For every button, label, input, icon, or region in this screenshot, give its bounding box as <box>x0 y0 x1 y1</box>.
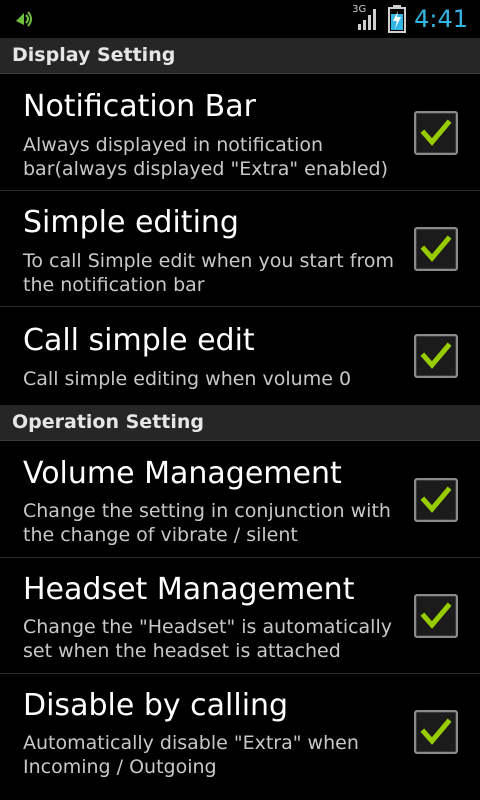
clock: 4:41 <box>414 5 468 33</box>
checkbox-headset-management[interactable] <box>414 594 458 638</box>
checkbox-disable-by-calling[interactable] <box>414 710 458 754</box>
pref-title: Call simple edit <box>23 323 255 358</box>
pref-summary: Always displayed in notification bar(alw… <box>23 134 389 180</box>
pref-summary: Change the "Headset" is automatically se… <box>23 616 392 662</box>
pref-summary: Call simple editing when volume 0 <box>23 368 352 390</box>
pref-disable-by-calling[interactable]: Disable by calling Automatically disable… <box>0 674 480 790</box>
pref-title: Simple editing <box>23 205 239 240</box>
checkmark-icon <box>420 486 452 513</box>
signal-3g-icon: 3G <box>352 4 380 32</box>
pref-summary: Change the setting in conjunction with t… <box>23 500 391 546</box>
section-header-display: Display Setting <box>0 38 480 74</box>
checkbox-volume-management[interactable] <box>414 478 458 522</box>
pref-title: Headset Management <box>23 572 355 607</box>
status-bar: 3G 4:41 <box>0 0 480 38</box>
pref-title: Notification Bar <box>23 89 256 124</box>
pref-summary: Automatically disable "Extra" when Incom… <box>23 732 359 778</box>
pref-notification-bar[interactable]: Notification Bar Always displayed in not… <box>0 75 480 191</box>
pref-simple-editing[interactable]: Simple editing To call Simple edit when … <box>0 191 480 307</box>
checkmark-icon <box>420 602 452 629</box>
pref-headset-management[interactable]: Headset Management Change the "Headset" … <box>0 558 480 674</box>
pref-title: Disable by calling <box>23 688 289 723</box>
pref-summary: To call Simple edit when you start from … <box>23 250 394 296</box>
checkmark-icon <box>420 235 452 262</box>
pref-volume-management[interactable]: Volume Management Change the setting in … <box>0 442 480 558</box>
checkmark-icon <box>420 119 452 146</box>
speaker-icon <box>16 11 32 27</box>
checkmark-icon <box>420 718 452 745</box>
pref-call-simple-edit[interactable]: Call simple edit Call simple editing whe… <box>0 307 480 405</box>
checkmark-icon <box>420 342 452 369</box>
checkbox-simple-editing[interactable] <box>414 227 458 271</box>
battery-charging-icon <box>388 5 407 33</box>
section-header-operation: Operation Setting <box>0 405 480 441</box>
pref-title: Volume Management <box>23 456 342 491</box>
checkbox-notification-bar[interactable] <box>414 111 458 155</box>
checkbox-call-simple-edit[interactable] <box>414 334 458 378</box>
